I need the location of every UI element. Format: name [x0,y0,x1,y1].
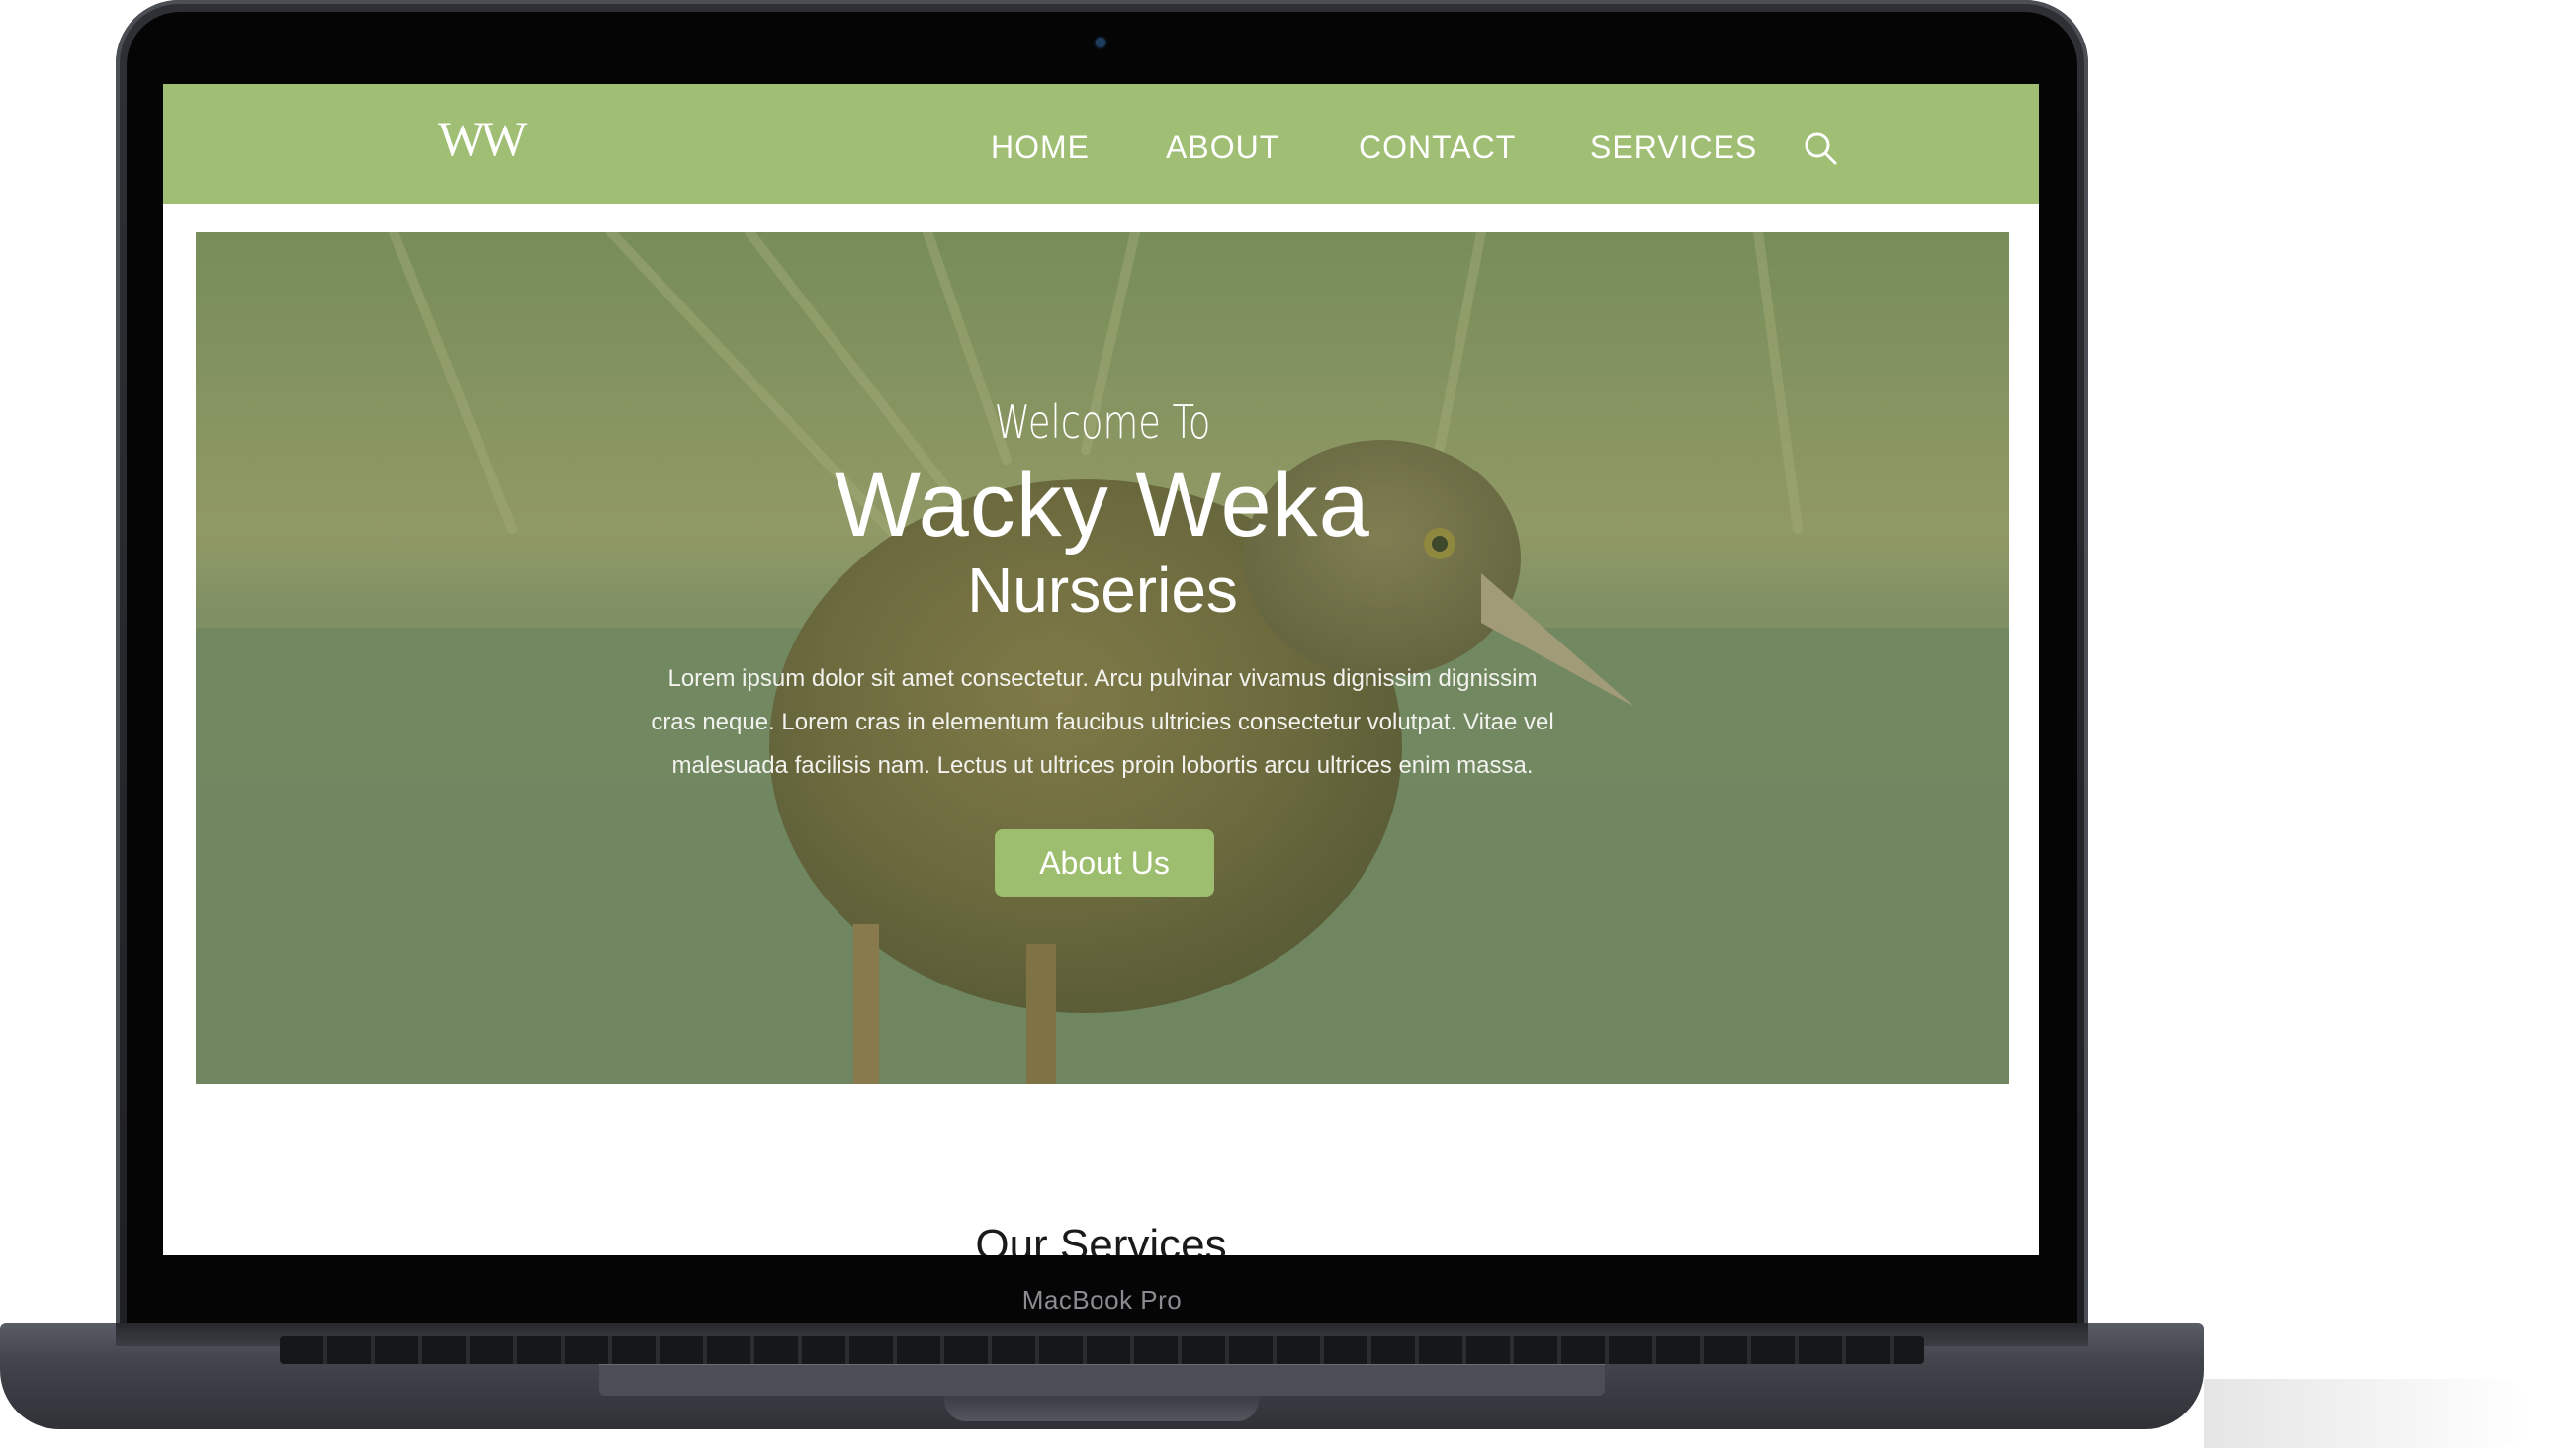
nav-services[interactable]: SERVICES [1590,131,1757,163]
hero-content: Welcome To Wacky Weka Nurseries Lorem ip… [196,232,2009,1084]
nav-home[interactable]: HOME [991,131,1090,163]
website-screen: WW HOME ABOUT CONTACT SERVICES Welcome T… [163,84,2039,1255]
search-icon[interactable] [1803,130,1838,166]
hero-subtitle: Nurseries [967,555,1238,626]
nav-about[interactable]: ABOUT [1166,131,1279,163]
laptop-opening-notch [944,1396,1259,1421]
nav-contact[interactable]: CONTACT [1359,131,1516,163]
services-heading: Our Services [975,1221,1227,1256]
about-us-button[interactable]: About Us [995,829,1214,897]
hero-description: Lorem ipsum dolor sit amet consectetur. … [651,665,1554,779]
laptop-mockup-scene: WW HOME ABOUT CONTACT SERVICES Welcome T… [0,0,2557,1456]
trackpad-edge [599,1364,1605,1396]
hero-welcome: Welcome To [994,395,1211,449]
laptop-shadow [2204,1379,2530,1448]
hero-title: Wacky Weka [835,455,1370,556]
device-label: MacBook Pro [1021,1285,1183,1315]
webcam-icon [1096,38,1105,47]
site-navbar: WW HOME ABOUT CONTACT SERVICES [163,84,2039,204]
hero-banner: Welcome To Wacky Weka Nurseries Lorem ip… [196,232,2009,1084]
keyboard-edge [280,1336,1924,1364]
site-logo[interactable]: WW [438,114,527,163]
